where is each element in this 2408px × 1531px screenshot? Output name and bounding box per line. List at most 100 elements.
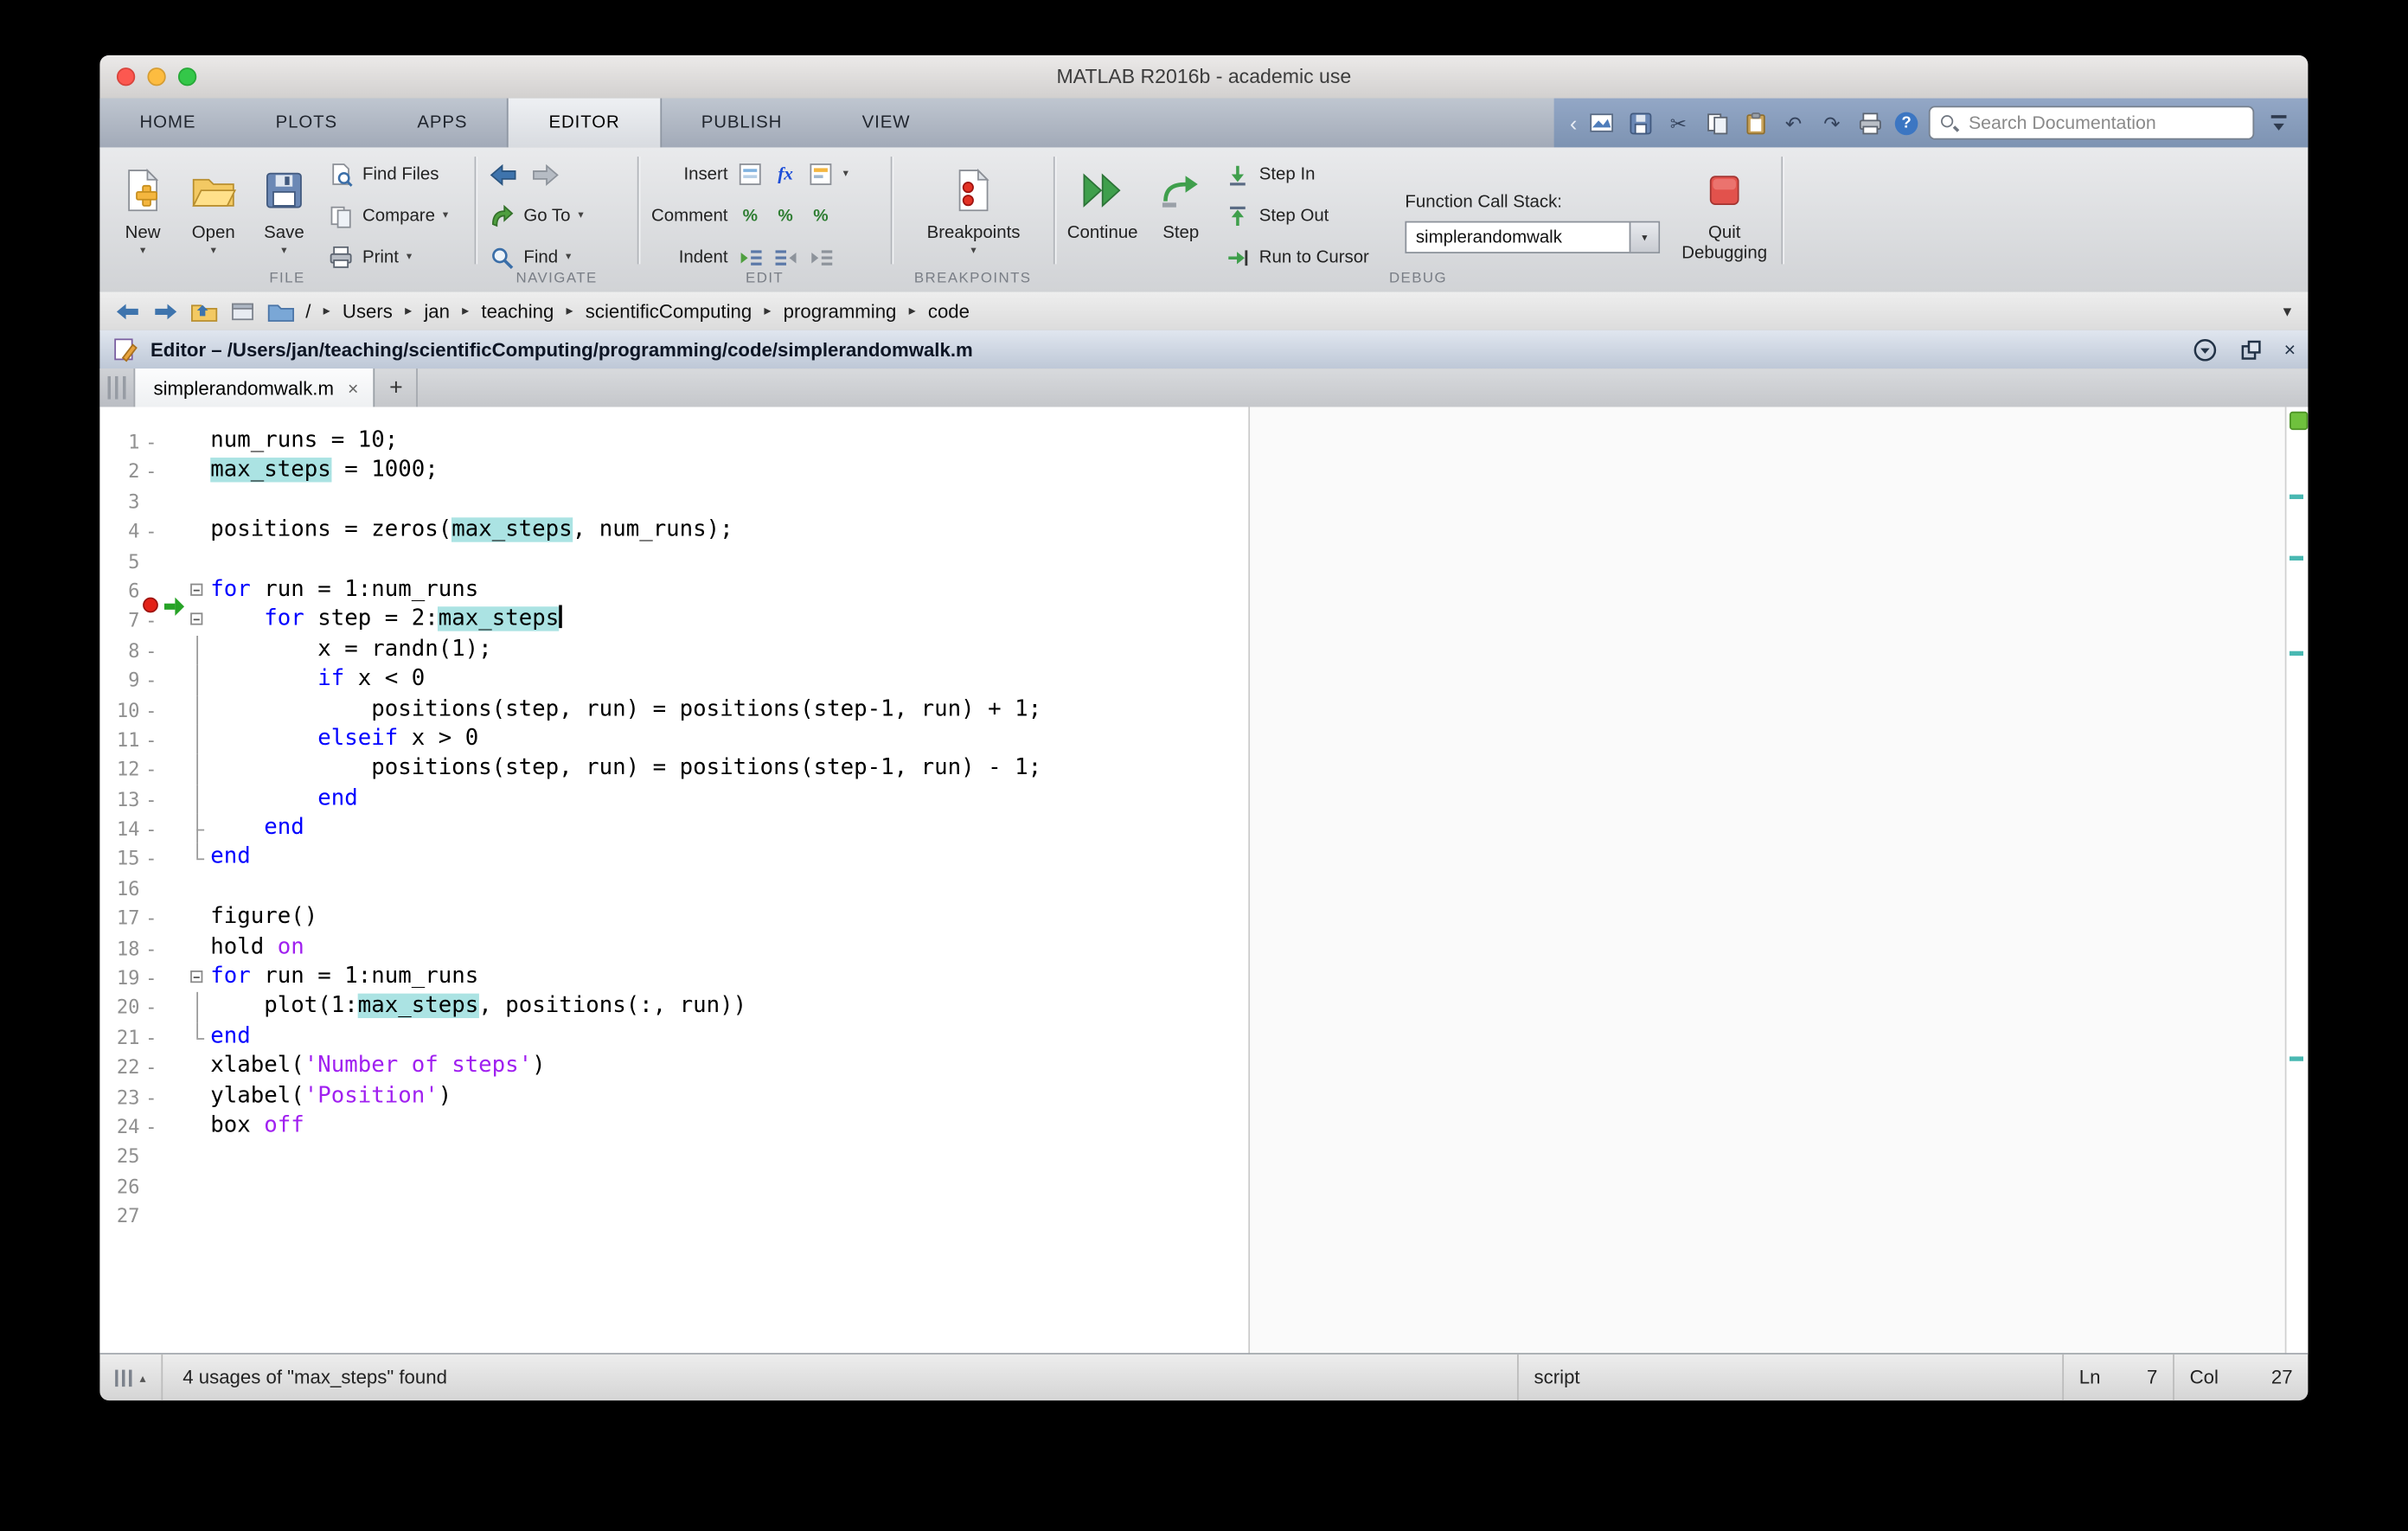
code-text[interactable]: x = randn(1); <box>208 636 491 665</box>
code-text[interactable]: num_runs = 10; <box>208 427 398 457</box>
wrap-comments-icon[interactable]: % <box>808 202 834 228</box>
minimize-window-button[interactable] <box>147 67 165 86</box>
step-button[interactable]: Step <box>1147 157 1214 270</box>
indent-left-icon[interactable] <box>772 244 798 270</box>
close-window-button[interactable] <box>117 67 135 86</box>
open-button[interactable]: Open ▾ <box>180 157 247 270</box>
code-fold-toggle[interactable] <box>188 605 209 635</box>
dropdown-caret-icon[interactable]: ▾ <box>843 168 849 182</box>
breadcrumb-users[interactable]: Users <box>343 300 393 322</box>
executable-line-marker[interactable]: - <box>140 903 163 932</box>
line-number[interactable]: 12 <box>99 754 139 784</box>
document-actions-icon[interactable] <box>2192 336 2219 363</box>
tab-home[interactable]: HOME <box>99 99 235 148</box>
status-grid-button[interactable]: ▴ <box>99 1355 163 1400</box>
breadcrumb-code[interactable]: code <box>928 300 970 322</box>
step-out-button[interactable]: Step Out <box>1224 195 1390 236</box>
executable-line-marker[interactable]: - <box>140 427 163 457</box>
line-number[interactable]: 13 <box>99 785 139 814</box>
line-number[interactable]: 23 <box>99 1082 139 1111</box>
executable-line-marker[interactable]: - <box>140 725 163 754</box>
insert-function-icon[interactable] <box>808 161 834 187</box>
continue-button[interactable]: Continue <box>1064 157 1141 270</box>
breadcrumb-teaching[interactable]: teaching <box>481 300 554 322</box>
code-text[interactable]: for run = 1:num_runs <box>208 576 478 605</box>
breadcrumb-root[interactable]: / <box>305 300 311 322</box>
line-number[interactable]: 19 <box>99 963 139 992</box>
tab-bar-grip[interactable] <box>99 368 135 407</box>
executable-line-marker[interactable]: - <box>140 1082 163 1111</box>
line-number[interactable]: 20 <box>99 993 139 1022</box>
line-number[interactable]: 10 <box>99 695 139 724</box>
zoom-window-button[interactable] <box>178 67 196 86</box>
breadcrumb-programming[interactable]: programming <box>784 300 897 322</box>
tab-plots[interactable]: PLOTS <box>236 99 378 148</box>
executable-line-marker[interactable]: - <box>140 993 163 1022</box>
copy-icon[interactable] <box>1703 109 1731 137</box>
find-files-button[interactable]: Find Files <box>327 154 471 195</box>
save-button[interactable]: Save ▾ <box>250 157 317 270</box>
code-analyzer-ok-indicator[interactable] <box>2289 412 2307 430</box>
executable-line-marker[interactable]: - <box>140 605 163 635</box>
window-titlebar[interactable]: MATLAB R2016b - academic use <box>99 55 2308 99</box>
step-in-button[interactable]: Step In <box>1224 154 1390 195</box>
executable-line-marker[interactable]: - <box>140 636 163 665</box>
line-number[interactable]: 22 <box>99 1052 139 1081</box>
tab-apps[interactable]: APPS <box>377 99 507 148</box>
line-number[interactable]: 7 <box>99 605 139 635</box>
line-number[interactable]: 5 <box>99 546 139 575</box>
back-icon[interactable] <box>113 298 141 325</box>
usage-scroll-mark[interactable] <box>2290 494 2303 498</box>
paste-icon[interactable] <box>1741 109 1769 137</box>
quit-debugging-button[interactable]: Quit Debugging <box>1681 157 1767 270</box>
executable-line-marker[interactable]: - <box>140 1022 163 1052</box>
close-tab-icon[interactable]: × <box>348 377 358 399</box>
line-number[interactable]: 1 <box>99 427 139 457</box>
breadcrumb-dropdown-icon[interactable]: ▼ <box>2281 304 2295 319</box>
executable-line-marker[interactable]: - <box>140 516 163 546</box>
close-editor-icon[interactable]: × <box>2284 338 2296 362</box>
line-number[interactable]: 8 <box>99 636 139 665</box>
compare-button[interactable]: Compare ▾ <box>327 195 471 236</box>
line-number[interactable]: 16 <box>99 874 139 903</box>
executable-line-marker[interactable]: - <box>140 754 163 784</box>
executable-line-marker[interactable]: - <box>140 963 163 992</box>
insert-fx-icon[interactable]: fx <box>772 161 798 187</box>
file-tab-simplerandomwalk[interactable]: simplerandomwalk.m × <box>135 368 375 407</box>
print-icon[interactable] <box>1856 109 1884 137</box>
line-number[interactable]: 14 <box>99 814 139 843</box>
help-icon[interactable]: ? <box>1895 112 1918 135</box>
smart-indent-icon[interactable] <box>737 244 763 270</box>
code-text[interactable]: end <box>208 785 357 814</box>
code-text[interactable]: xlabel('Number of steps') <box>208 1052 545 1081</box>
uncomment-icon[interactable]: % <box>772 202 798 228</box>
tab-view[interactable]: VIEW <box>822 99 950 148</box>
line-number[interactable]: 25 <box>99 1142 139 1171</box>
executable-line-marker[interactable]: - <box>140 1111 163 1141</box>
undock-icon[interactable] <box>2238 336 2265 363</box>
code-lines[interactable]: 1-num_runs = 10;2-max_steps = 1000;34-po… <box>99 427 1248 1231</box>
redo-icon[interactable]: ↷ <box>1818 109 1846 137</box>
insert-section-icon[interactable] <box>737 161 763 187</box>
code-text[interactable]: end <box>208 843 250 873</box>
executable-line-marker[interactable]: - <box>140 1052 163 1081</box>
tab-publish[interactable]: PUBLISH <box>662 99 823 148</box>
go-to-button[interactable]: Go To ▾ <box>489 195 584 236</box>
line-number[interactable]: 9 <box>99 665 139 695</box>
executable-line-marker[interactable]: - <box>140 843 163 873</box>
indent-right-icon[interactable] <box>808 244 834 270</box>
code-text[interactable]: if x < 0 <box>208 665 425 695</box>
code-text[interactable]: positions(step, run) = positions(step-1,… <box>208 695 1041 724</box>
code-text[interactable]: figure() <box>208 903 317 932</box>
up-one-level-icon[interactable] <box>190 298 218 325</box>
line-number[interactable]: 2 <box>99 457 139 486</box>
function-call-stack-combo[interactable]: simplerandomwalk ▾ <box>1405 221 1660 253</box>
search-documentation-input[interactable] <box>1965 111 2243 135</box>
executable-line-marker[interactable]: - <box>140 695 163 724</box>
line-number[interactable]: 26 <box>99 1171 139 1201</box>
save-icon[interactable] <box>1626 109 1654 137</box>
scrollbar-indicator-strip[interactable] <box>2285 407 2309 1354</box>
line-number[interactable]: 15 <box>99 843 139 873</box>
new-button[interactable]: New ▾ <box>109 157 176 270</box>
line-number[interactable]: 11 <box>99 725 139 754</box>
